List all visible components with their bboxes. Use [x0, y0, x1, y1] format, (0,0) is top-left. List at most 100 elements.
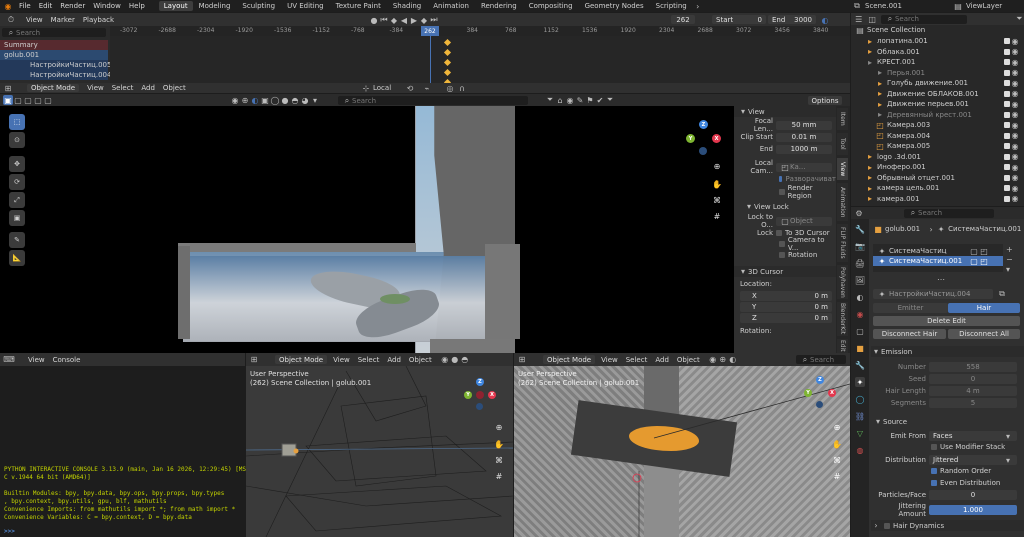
outliner-item[interactable]: ◰ Камера.005 ◉	[851, 141, 1024, 152]
console-menu-console[interactable]: Console	[53, 356, 81, 364]
view-filter-icon[interactable]: ◉	[565, 95, 575, 105]
gizmo-x-axis[interactable]: X	[488, 391, 496, 399]
camera-view-icon[interactable]: ⌘	[712, 195, 722, 205]
use-modifier-stack-checkbox[interactable]	[931, 444, 937, 450]
particles-tab-icon[interactable]: ✦	[855, 377, 865, 387]
timeline-search[interactable]: ⌕ Search	[2, 28, 106, 37]
left-viewport[interactable]: User Perspective (262) Scene Collection …	[246, 366, 513, 537]
orientation-icon[interactable]: ⊹	[361, 83, 371, 93]
nav-gizmo[interactable]: Z Y X	[686, 120, 722, 156]
visibility-icon[interactable]: ◉	[230, 95, 240, 105]
cursor-section-header[interactable]: ▾ 3D Cursor	[734, 266, 836, 277]
outliner-search[interactable]: ⌕ Search	[880, 14, 967, 24]
camera-filter-icon[interactable]: ⌂	[555, 95, 565, 105]
menu-dropdown-icon[interactable]: ▾	[1006, 265, 1016, 275]
view-layer-tab-icon[interactable]: 🖼	[855, 275, 865, 285]
outliner-item[interactable]: ▸ КРЕСТ.001 ◉	[851, 57, 1024, 68]
distribution-dropdown[interactable]: Jittered ▾	[929, 455, 1017, 465]
right-viewport-search[interactable]: ⌕ Search	[796, 355, 846, 364]
cursor-x-field[interactable]: X 0 m	[740, 291, 832, 301]
filter-icon[interactable]: ⏷	[1015, 14, 1024, 24]
lock-camera-checkbox[interactable]	[779, 175, 783, 182]
options-button[interactable]: Options	[808, 96, 842, 105]
select-extend-icon[interactable]: ▢	[13, 95, 23, 105]
source-header[interactable]: ▾ Source	[873, 416, 1023, 427]
gizmo-z-axis[interactable]: Z	[699, 120, 708, 129]
disconnect-all-button[interactable]: Disconnect All	[948, 329, 1020, 339]
add-icon[interactable]: +	[1006, 245, 1016, 255]
hair-button[interactable]: Hair	[948, 303, 1020, 313]
xray-icon[interactable]: ▣	[260, 95, 270, 105]
shading-solid-icon[interactable]: ●	[450, 355, 460, 365]
jump-start-icon[interactable]: ⏮	[379, 15, 389, 25]
scene-collection-row[interactable]: ▤ Scene Collection	[851, 25, 1024, 35]
gizmo-y-axis[interactable]: Y	[804, 389, 812, 397]
pan-hand-icon[interactable]: ✋	[712, 179, 722, 189]
collection-tab-icon[interactable]: ▢	[855, 326, 865, 336]
tool-tab-icon[interactable]: 🔧	[855, 224, 865, 234]
visibility-icon[interactable]: ◉	[708, 355, 718, 365]
constraint-tab-icon[interactable]: ⛓	[855, 411, 865, 421]
npanel-tab-polyhaven[interactable]: Polyhaven	[837, 265, 848, 299]
start-frame-field[interactable]: Start 0	[712, 15, 766, 24]
seed-field[interactable]: 0	[929, 374, 1017, 384]
drag-handle-icon[interactable]: ⋯	[936, 274, 946, 284]
right-menu-select[interactable]: Select	[626, 356, 648, 364]
tab-uv-editing[interactable]: UV Editing	[287, 2, 324, 10]
camera-to-view-checkbox[interactable]	[779, 240, 785, 247]
lock-to-cursor-checkbox[interactable]	[776, 229, 782, 236]
render-region-checkbox[interactable]	[779, 188, 785, 195]
prev-key-icon[interactable]: ◆	[389, 15, 399, 25]
pan-hand-icon[interactable]: ✋	[494, 439, 504, 449]
overlay-icon[interactable]: ◐	[250, 95, 260, 105]
outliner-item[interactable]: ▸ камера цель.001 ◉	[851, 183, 1024, 194]
measure-tool-button[interactable]: 📐	[9, 250, 25, 266]
menu-window[interactable]: Window	[93, 2, 121, 10]
playhead-label[interactable]: 262	[421, 26, 439, 36]
visibility-eye-icon[interactable]: ◉	[1010, 68, 1020, 78]
view-lock-header[interactable]: ▾ View Lock	[734, 201, 836, 212]
left-mode-dropdown[interactable]: Object Mode	[275, 355, 328, 364]
main-menu-object[interactable]: Object	[163, 84, 186, 92]
end-frame-field[interactable]: End 3000	[768, 15, 816, 24]
scale-tool-button[interactable]: ⤢	[9, 192, 25, 208]
annotate-tool-button[interactable]: ✎	[9, 232, 25, 248]
record-icon[interactable]: ●	[369, 15, 379, 25]
select-invert-icon[interactable]: ▢	[33, 95, 43, 105]
console-editor-icon[interactable]: ⌨	[3, 355, 15, 365]
npanel-tab-animation[interactable]: Animation	[837, 183, 848, 221]
left-menu-add[interactable]: Add	[387, 356, 401, 364]
clip-start-field[interactable]: 0.01 m	[776, 132, 832, 142]
ortho-grid-icon[interactable]: #	[832, 471, 842, 481]
view-section-header[interactable]: ▾ View	[734, 106, 836, 117]
cursor-tool-button[interactable]: ⊙	[9, 132, 25, 148]
gizmo-toggle-icon[interactable]: ⊕	[718, 355, 728, 365]
viewport-toggle-icon[interactable]: ▢	[969, 246, 979, 256]
material-tab-icon[interactable]: ◍	[855, 445, 865, 455]
visibility-eye-icon[interactable]: ◉	[1010, 57, 1020, 67]
outliner-item[interactable]: ▸ Обрывный отцет.001 ◉	[851, 173, 1024, 184]
left-menu-select[interactable]: Select	[358, 356, 380, 364]
npanel-tab-edit[interactable]: Edit	[837, 339, 848, 353]
select-box-icon[interactable]: ▣	[3, 95, 13, 105]
gizmo-z-axis[interactable]: Z	[476, 378, 484, 386]
scene-name[interactable]: Scene.001	[865, 2, 935, 10]
gizmo-neg-z[interactable]	[476, 403, 483, 410]
left-menu-object[interactable]: Object	[409, 356, 432, 364]
ortho-grid-icon[interactable]: #	[712, 211, 722, 221]
gizmo-x-axis[interactable]: X	[828, 389, 836, 397]
current-frame-field[interactable]: 262	[671, 15, 695, 24]
timeline-ruler[interactable]: -3072-2688-2304-1920-1536-1152-768-38403…	[110, 26, 905, 36]
visibility-eye-icon[interactable]: ◉	[1010, 141, 1020, 151]
visibility-eye-icon[interactable]: ◉	[1010, 99, 1020, 109]
lock-icon[interactable]: ✔	[595, 95, 605, 105]
visibility-eye-icon[interactable]: ◉	[1010, 131, 1020, 141]
outliner-item[interactable]: ▸ logo .3d.001 ◉	[851, 152, 1024, 163]
gizmo-neg-z[interactable]	[816, 401, 823, 408]
properties-editor-icon[interactable]: ⚙	[854, 208, 864, 218]
properties-search[interactable]: ⌕ Search	[904, 208, 994, 218]
gizmo-neg-x[interactable]	[476, 391, 484, 399]
editor-type-icon[interactable]: ⊞	[3, 83, 13, 93]
delete-edit-button[interactable]: Delete Edit	[873, 316, 1020, 326]
pivot-icon[interactable]: ⟲	[405, 83, 415, 93]
